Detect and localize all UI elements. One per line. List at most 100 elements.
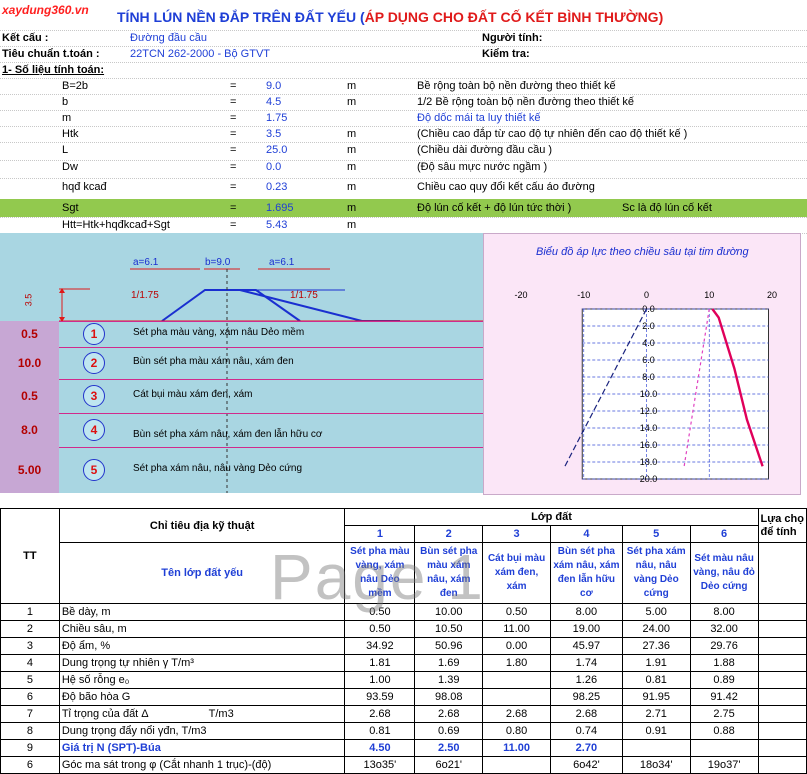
header-layer-col: 5: [621, 525, 691, 543]
value-cell[interactable]: 0.81: [621, 671, 691, 689]
header-layer-col: 2: [414, 525, 484, 543]
param-value[interactable]: 1.75: [266, 112, 287, 124]
value-cell[interactable]: 1.69: [414, 654, 484, 672]
value-cell[interactable]: 0.89: [689, 671, 759, 689]
tieu-chuan-value[interactable]: 22TCN 262-2000 - Bộ GTVT: [130, 48, 270, 60]
value-cell[interactable]: [621, 739, 691, 757]
empty-cell: [757, 756, 807, 774]
value-cell[interactable]: 0.88: [689, 722, 759, 740]
value-cell[interactable]: 2.68: [482, 705, 551, 723]
layer-depth[interactable]: 0.5: [0, 321, 59, 347]
value-cell[interactable]: 98.25: [549, 688, 623, 706]
param-value[interactable]: 0.0: [266, 161, 281, 173]
value-cell[interactable]: 2.68: [414, 705, 484, 723]
param-description: 1/2 Bề rộng toàn bộ nền đường theo thiết…: [417, 96, 635, 108]
param-value[interactable]: 0.23: [266, 181, 287, 193]
param-name: m: [62, 112, 72, 124]
value-cell[interactable]: 0.50: [344, 603, 416, 621]
value-cell[interactable]: 1.39: [414, 671, 484, 689]
value-cell[interactable]: 2.68: [549, 705, 623, 723]
value-cell[interactable]: 19.00: [549, 620, 623, 638]
param-unit: m: [347, 202, 357, 214]
value-cell[interactable]: 93.59: [344, 688, 416, 706]
value-cell[interactable]: 8.00: [689, 603, 759, 621]
value-cell[interactable]: 0.50: [344, 620, 416, 638]
value-cell[interactable]: [482, 688, 551, 706]
value-cell[interactable]: 34.92: [344, 637, 416, 655]
value-cell[interactable]: 1.74: [549, 654, 623, 672]
param-name: B=2b: [62, 80, 88, 92]
value-cell[interactable]: 6o42': [549, 756, 623, 774]
value-cell[interactable]: 29.76: [689, 637, 759, 655]
value-cell[interactable]: 8.00: [549, 603, 623, 621]
value-cell[interactable]: 11.00: [482, 620, 551, 638]
row-label-text: Giá trị N (SPT)-Búa: [61, 742, 161, 754]
header-layer-col: 3: [482, 525, 551, 543]
value-cell[interactable]: 10.00: [414, 603, 484, 621]
value-cell[interactable]: 5.00: [621, 603, 691, 621]
layer-depth[interactable]: 5.00: [0, 447, 59, 493]
value-cell[interactable]: 4.50: [344, 739, 416, 757]
row-label: Góc ma sát trong φ (Cắt nhanh 1 trục)-(đ…: [58, 756, 346, 774]
value-cell[interactable]: 13o35': [344, 756, 416, 774]
value-cell[interactable]: 1.88: [689, 654, 759, 672]
value-cell[interactable]: 2.75: [689, 705, 759, 723]
row-index: 7: [0, 705, 60, 723]
grid-line: [0, 94, 807, 95]
value-cell[interactable]: 19o37': [689, 756, 759, 774]
value-cell[interactable]: 27.36: [621, 637, 691, 655]
value-cell[interactable]: 50.96: [414, 637, 484, 655]
value-cell[interactable]: 1.00: [344, 671, 416, 689]
empty-cell: [757, 739, 807, 757]
value-cell[interactable]: 2.68: [344, 705, 416, 723]
param-unit: m: [347, 181, 357, 193]
logo-text: xaydung360.vn: [2, 3, 89, 17]
grid-line: [0, 78, 807, 79]
value-cell[interactable]: 32.00: [689, 620, 759, 638]
value-cell[interactable]: 0.91: [621, 722, 691, 740]
row-label: Tỉ trọng của đất Δ T/m3: [58, 705, 346, 723]
value-cell[interactable]: 98.08: [414, 688, 484, 706]
param-value[interactable]: 25.0: [266, 144, 287, 156]
value-cell[interactable]: 6o21': [414, 756, 484, 774]
value-cell[interactable]: 91.95: [621, 688, 691, 706]
value-cell[interactable]: 18o34': [621, 756, 691, 774]
value-cell[interactable]: 0.74: [549, 722, 623, 740]
param-value[interactable]: 5.43: [266, 219, 287, 231]
value-cell[interactable]: 10.50: [414, 620, 484, 638]
value-cell[interactable]: 0.81: [344, 722, 416, 740]
value-cell[interactable]: 24.00: [621, 620, 691, 638]
layer-depth[interactable]: 8.0: [0, 413, 59, 447]
row-label-text: Bề dày, m: [61, 606, 111, 618]
value-cell[interactable]: 1.81: [344, 654, 416, 672]
value-cell[interactable]: 2.50: [414, 739, 484, 757]
value-cell[interactable]: [482, 756, 551, 774]
value-cell[interactable]: 0.80: [482, 722, 551, 740]
row-index: 3: [0, 637, 60, 655]
param-value[interactable]: 9.0: [266, 80, 281, 92]
value-cell[interactable]: 91.42: [689, 688, 759, 706]
layer-depth[interactable]: 0.5: [0, 379, 59, 413]
value-cell[interactable]: [482, 671, 551, 689]
x-tick-label: -10: [577, 290, 590, 300]
row-index: 9: [0, 739, 60, 757]
value-cell[interactable]: 45.97: [549, 637, 623, 655]
value-cell[interactable]: 1.26: [549, 671, 623, 689]
value-cell[interactable]: 1.91: [621, 654, 691, 672]
layer-name-cell: Sét màu nâu vàng, nâu đỏ Dẻo cứng: [689, 542, 759, 604]
row-label-text: Góc ma sát trong φ (Cắt nhanh 1 trục)-(đ…: [61, 759, 272, 771]
value-cell[interactable]: [689, 739, 759, 757]
param-value[interactable]: 4.5: [266, 96, 281, 108]
value-cell[interactable]: 11.00: [482, 739, 551, 757]
value-cell[interactable]: 0.69: [414, 722, 484, 740]
value-cell[interactable]: 2.71: [621, 705, 691, 723]
ket-cau-value[interactable]: Đường đầu cầu: [130, 32, 207, 44]
value-cell[interactable]: 2.70: [549, 739, 623, 757]
value-cell[interactable]: 0.00: [482, 637, 551, 655]
layer-description: Sét pha màu vàng, xám nâu Dẻo mềm: [133, 327, 305, 338]
layer-depth[interactable]: 10.0: [0, 347, 59, 379]
value-cell[interactable]: 1.80: [482, 654, 551, 672]
param-value[interactable]: 3.5: [266, 128, 281, 140]
value-cell[interactable]: 0.50: [482, 603, 551, 621]
param-value[interactable]: 1.695: [266, 202, 294, 214]
